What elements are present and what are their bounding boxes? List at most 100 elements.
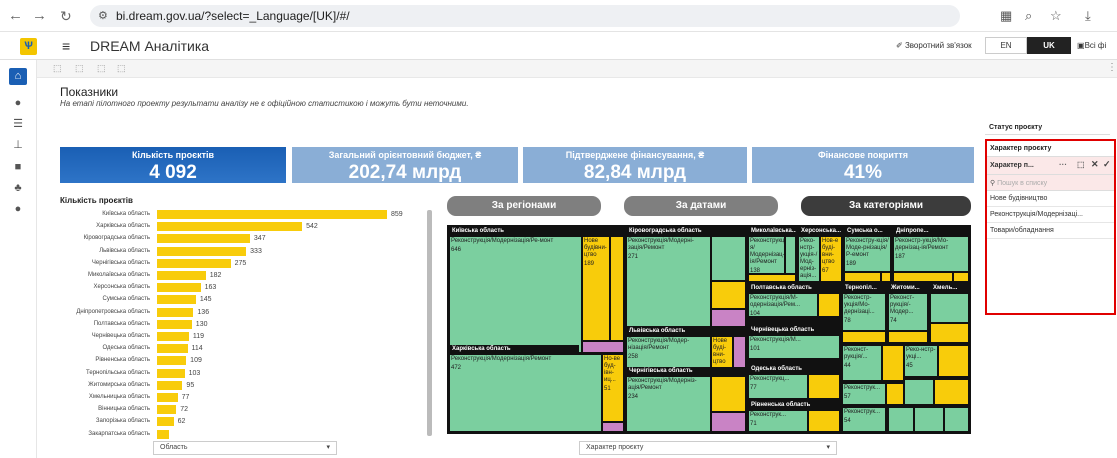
treemap-tile[interactable]: Реконструк... 57 [842,383,886,405]
treemap-tile[interactable] [886,383,904,405]
oblast-dropdown[interactable]: Область ▾ [153,441,337,455]
bar-category-label: Кіровоградська область [83,235,150,242]
treemap-tile[interactable]: Реконстр-укція/Мо-дернізаці... 78 [842,293,886,331]
treemap-tile[interactable]: Реконструкція/Модернізація/Ремонт 472 [449,354,602,432]
treemap-tile[interactable] [711,376,746,412]
bar[interactable] [157,283,201,293]
clear-filter-icon[interactable]: ⬚ [1077,160,1085,169]
bar[interactable] [157,405,177,415]
lang-en-button[interactable]: EN [985,37,1027,54]
bar[interactable] [157,271,206,280]
treemap-tile[interactable]: Реконструк... 71 [748,410,808,432]
treemap-tile[interactable] [711,309,746,327]
tab-dates[interactable]: За датами [624,196,778,216]
treemap-tile[interactable] [953,272,969,282]
bar[interactable] [157,234,250,244]
treemap-tile[interactable]: Но-ве буд-івн-иц... 51 [602,354,624,422]
treemap-tile[interactable]: Реконструкція/М-одернізація/Рем... 104 [748,293,818,317]
bar[interactable] [157,356,187,366]
treemap-tile[interactable] [930,293,969,323]
treemap-tile[interactable] [582,341,624,353]
lang-uk-button[interactable]: UK [1027,37,1071,54]
treemap-tile[interactable] [893,272,953,282]
treemap-tile[interactable]: Реконструк... 54 [842,407,886,432]
projects-bar-chart[interactable]: Київська область 859 Харківська область 542… [0,0,440,458]
treemap-tile[interactable] [888,331,928,343]
translate-icon[interactable]: ▦ [1000,8,1012,24]
treemap-tile[interactable]: Реконструкція/М... 101 [748,335,840,359]
treemap-tile[interactable] [934,379,969,405]
treemap-tile[interactable] [938,345,969,377]
bar[interactable] [157,295,196,305]
treemap-tile[interactable] [914,407,944,432]
treemap-tile[interactable]: Реко-нстр-укція-/Мод-ерніз-ація... 79 [798,236,820,282]
bar[interactable] [157,380,183,390]
treemap-tile[interactable]: Реко-нстр-укці... 45 [904,345,938,377]
bar[interactable] [157,246,247,256]
tile-value: 54 [844,418,851,424]
treemap-tile[interactable] [808,374,840,399]
treemap-tile[interactable] [944,407,969,432]
bar[interactable] [157,210,387,219]
treemap-tile[interactable] [888,407,914,432]
treemap-tile[interactable]: Нов-е буді-вни-цтво 67 [820,236,842,282]
confirm-icon[interactable]: ✓ [1103,159,1111,170]
bar[interactable] [157,307,194,317]
tab-categories[interactable]: За категоріями [801,196,971,216]
treemap-tile[interactable]: Реконструкці-я/Модернізац-ія/Ремонт 138 [748,236,785,274]
filter-search[interactable]: ⚲ Пошук в списку [987,175,1114,191]
bar[interactable] [157,258,231,268]
treemap-tile[interactable]: Реконстру-кція/Моде-рнізація/Р-емонт 189 [844,236,891,272]
category-treemap[interactable]: Київська область Реконструкція/Модерніза… [447,225,971,434]
bookmark-star-icon[interactable]: ☆ [1050,8,1062,24]
treemap-tile[interactable] [785,236,796,274]
status-filter-header[interactable]: Статус проєкту [985,121,1110,135]
treemap-tile[interactable] [842,331,886,343]
treemap-tile[interactable] [711,412,746,432]
treemap-tile[interactable] [711,281,746,309]
treemap-tile[interactable]: Реконструкція/Модерніз-ація/Ремонт 234 [626,376,711,432]
treemap-tile[interactable]: Реконст-рукція/-Модер... 74 [888,293,928,331]
treemap-tile[interactable] [844,272,881,282]
download-icon[interactable]: ⤓ [1085,8,1091,24]
more-options-icon[interactable]: ··· [1059,160,1067,169]
bar[interactable] [157,344,188,354]
treemap-tile[interactable] [930,323,969,343]
treemap-tile[interactable] [808,410,840,432]
bar[interactable] [157,368,185,378]
tile-label: Реконст-рукція/-Модер... [890,295,915,315]
treemap-tile[interactable] [748,274,796,282]
bar[interactable] [157,222,303,232]
treemap-tile[interactable]: Реконструкція/Модерні-зація/Ремонт 271 [626,236,711,327]
more-icon[interactable]: ⋮ [1107,62,1117,73]
filter-option[interactable]: Нове будівництво [987,191,1114,207]
bar[interactable] [157,417,174,427]
all-filters-button[interactable]: ▣Всі фі [1077,41,1106,50]
treemap-tile[interactable] [610,236,624,341]
treemap-tile[interactable] [882,345,904,381]
bar[interactable] [157,393,178,402]
treemap-tile[interactable] [602,422,624,432]
bar[interactable] [157,332,189,341]
treemap-tile[interactable]: Нове будівни-цтво 189 [582,236,610,341]
chart-scrollbar[interactable] [427,210,432,436]
filter-option[interactable]: Реконструкція/Модернізаці... [987,207,1114,223]
treemap-tile[interactable] [881,272,891,282]
treemap-tile[interactable]: Реконструкція/Модернізація/Ре-монт 646 [449,236,582,353]
character-filter-toolbar: Характер п... ··· ⬚ ✕ ✓ [987,157,1114,175]
treemap-tile[interactable] [818,293,840,317]
feedback-link[interactable]: ✐ Зворотний зв'язок [896,41,972,50]
filter-option[interactable]: Товари/обладнання [987,223,1114,239]
bar[interactable] [157,429,169,439]
treemap-tile[interactable] [711,236,746,281]
treemap-tile[interactable]: Реконст-рукція/... 44 [842,345,882,381]
treemap-tile[interactable] [904,379,934,405]
bar[interactable] [157,319,192,329]
tile-label: Реконструкція/Модер-нізація/Ремонт [628,338,690,351]
character-dropdown[interactable]: Характер проєкту ▾ [579,441,837,455]
zoom-icon[interactable]: ⌕ [1025,8,1032,24]
cancel-icon[interactable]: ✕ [1091,159,1099,170]
treemap-tile[interactable]: Реконструкц... 77 [748,374,808,399]
treemap-tile[interactable]: Реконстр-укція/Мо-дернізац-ія/Ремонт 187 [893,236,969,272]
tab-regions[interactable]: За регіонами [447,196,601,216]
